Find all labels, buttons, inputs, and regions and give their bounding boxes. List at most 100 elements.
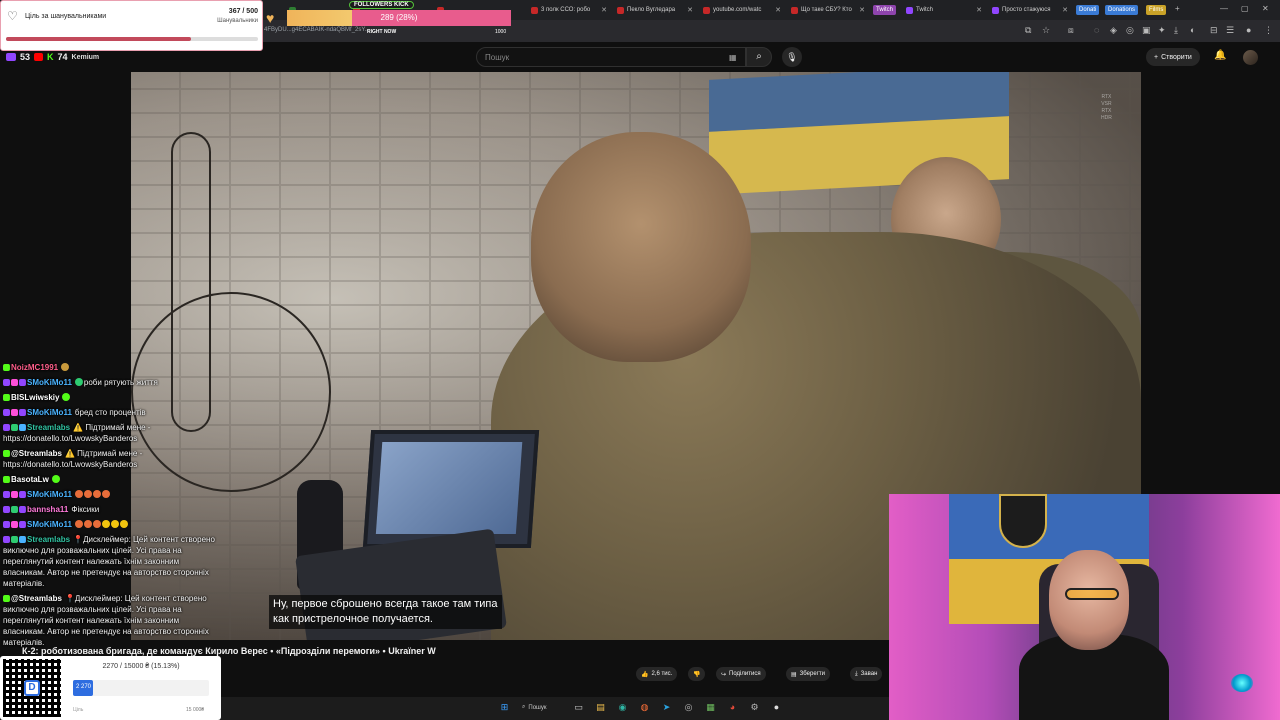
chat-username[interactable]: @Streamlabs (11, 594, 62, 603)
extension-icon[interactable]: ⧈ (1068, 25, 1074, 36)
extension-icon[interactable]: ◎ (1126, 25, 1134, 36)
firefox-icon[interactable]: ◍ (638, 701, 651, 714)
goal-title: Ціль за шанувальниками (25, 13, 107, 20)
menu-icon[interactable]: ⋮ (1264, 25, 1273, 36)
chat-badge-icon (11, 536, 18, 543)
chat-username[interactable]: SMoKiMo11 (27, 378, 72, 387)
browser-tab-7[interactable]: Twitch ✕ (903, 2, 985, 18)
notifications-bell-icon[interactable]: 🔔 (1214, 50, 1226, 61)
dislike-button[interactable]: 👎 (688, 667, 706, 681)
chat-username[interactable]: SMoKiMo11 (27, 490, 72, 499)
puzzle-icon[interactable]: ✦ (1158, 25, 1166, 36)
donation-progress-fill: 2 270 (73, 680, 94, 696)
close-window-icon[interactable]: ✕ (1262, 4, 1269, 13)
donation-progress-text: 2270 / 15000 ₴ (15.13%) (102, 663, 180, 670)
kick-followers-tag: FOLLOWERS KICK (349, 1, 414, 9)
browser-tab-6[interactable]: Що таке СБУ? Кто ✕ (788, 2, 868, 18)
kick-followers-widget: 289 (28%) FOLLOWERS KICK RIGHT NOW 1000 (285, 0, 511, 36)
chat-badge-icon (19, 506, 26, 513)
like-button[interactable]: 👍 2,6 тис. (636, 667, 678, 681)
streamer-face (1049, 550, 1129, 650)
sidebar-icon[interactable]: ☰ (1226, 25, 1234, 36)
maximize-icon[interactable]: ▢ (1241, 4, 1249, 13)
chat-emote-icon (83, 490, 92, 498)
browser-tab-3[interactable]: 3 полк ССО: робо ✕ (528, 2, 610, 18)
bookmark-star-icon[interactable]: ☆ (1042, 25, 1050, 36)
chat-message: NoizMC1991 (3, 362, 218, 373)
save-button[interactable]: ▤ Зберегти (786, 667, 830, 681)
task-view-icon[interactable]: ▭ (572, 701, 585, 714)
split-view-icon[interactable]: ⊟ (1210, 25, 1218, 36)
extension-icon[interactable]: ▣ (1142, 25, 1151, 36)
close-tab-icon[interactable]: ✕ (687, 6, 693, 14)
close-tab-icon[interactable]: ✕ (601, 6, 607, 14)
chat-emote-icon (61, 363, 70, 371)
close-tab-icon[interactable]: ✕ (976, 6, 982, 14)
bookmark-pill-donati[interactable]: Donati (1076, 5, 1100, 15)
chat-badge-icon (3, 595, 10, 602)
bookmark-pill-twitch[interactable]: Twitch (873, 5, 897, 15)
new-tab-icon[interactable]: + (1175, 4, 1180, 13)
avatar[interactable] (1243, 50, 1258, 65)
share-button[interactable]: ↪ Поділитися (716, 667, 766, 681)
chat-username[interactable]: BISLwiwskiy (11, 393, 59, 402)
twitch-favicon-icon (992, 6, 999, 14)
media-player-icon[interactable]: ◎ (682, 701, 695, 714)
chat-emote-icon (101, 520, 110, 528)
edge-browser-icon[interactable]: ◉ (616, 701, 629, 714)
install-icon[interactable]: ⧉ (1025, 25, 1031, 36)
youtube-favicon-icon (531, 6, 538, 14)
search-button[interactable]: ⌕ (746, 47, 772, 67)
create-button[interactable]: + Створити (1146, 48, 1200, 66)
chat-emote-icon (74, 520, 83, 528)
viewer-counts: 53 K 74 Kemium (6, 52, 99, 62)
bookmark-pill-films[interactable]: Films (1146, 5, 1167, 15)
minimize-icon[interactable]: — (1220, 4, 1228, 13)
donation-goal-label: Ціль (73, 707, 84, 713)
chat-badge-icon (11, 409, 18, 416)
telegram-icon[interactable]: ➤ (660, 701, 673, 714)
download-button[interactable]: ⤓ Заван (850, 667, 883, 681)
app-icon[interactable]: ▦ (704, 701, 717, 714)
search-icon: ⌕ (756, 51, 762, 62)
windows-start-icon[interactable]: ⊞ (498, 701, 511, 714)
chat-badge-icon (3, 506, 10, 513)
chat-username[interactable]: SMoKiMo11 (27, 520, 72, 529)
chat-username[interactable]: @Streamlabs (11, 449, 62, 458)
search-input[interactable]: Пошук (476, 47, 746, 67)
close-tab-icon[interactable]: ✕ (1062, 6, 1068, 14)
avatar-icon[interactable]: ● (1246, 25, 1251, 35)
browser-tab-4[interactable]: Пекло Вугледара ✕ (614, 2, 696, 18)
settings-icon[interactable]: ⚙ (748, 701, 761, 714)
kick-progress-bar: 289 (28%) (287, 10, 511, 26)
extension-icon[interactable]: ◌ (1094, 25, 1099, 35)
keyboard-icon[interactable]: ▦ (729, 53, 737, 62)
download-icon[interactable]: ⤓ (1174, 25, 1178, 36)
chat-username[interactable]: BasotaLw (11, 475, 49, 484)
profile-icon[interactable]: ◐ (1190, 25, 1195, 35)
chat-username[interactable]: bannsha11 (27, 505, 68, 514)
chrome-icon[interactable]: ◕ (726, 701, 739, 714)
chat-username[interactable]: SMoKiMo11 (27, 408, 72, 417)
chat-username[interactable]: Streamlabs (27, 423, 70, 432)
close-tab-icon[interactable]: ✕ (859, 6, 865, 14)
bookmark-pill-donations[interactable]: Donations (1105, 5, 1139, 15)
obs-icon[interactable]: ● (770, 701, 783, 714)
chat-username[interactable]: Streamlabs (27, 535, 70, 544)
chat-username[interactable]: NoizMC1991 (11, 363, 58, 372)
file-explorer-icon[interactable]: ▤ (594, 701, 607, 714)
voice-search-button[interactable]: 🎙 (782, 47, 802, 67)
chat-badge-icon (3, 521, 10, 528)
chat-emote-icon (83, 520, 92, 528)
download-icon: ⤓ (855, 670, 858, 677)
twitch-favicon-icon (906, 6, 913, 14)
chat-message: SMoKiMo11 (3, 519, 218, 530)
close-tab-icon[interactable]: ✕ (775, 6, 781, 14)
extension-icon[interactable]: ◈ (1110, 25, 1117, 36)
browser-tab-8[interactable]: Просто стажуюся ✕ (989, 2, 1071, 18)
taskbar-search[interactable]: ⌕ Пошук (522, 701, 546, 714)
browser-tab-5[interactable]: youtube.com/watc ✕ (700, 2, 784, 18)
soldier-foreground-head (531, 132, 751, 362)
qr-code: D (3, 659, 61, 717)
chat-emote-icon (110, 520, 119, 528)
